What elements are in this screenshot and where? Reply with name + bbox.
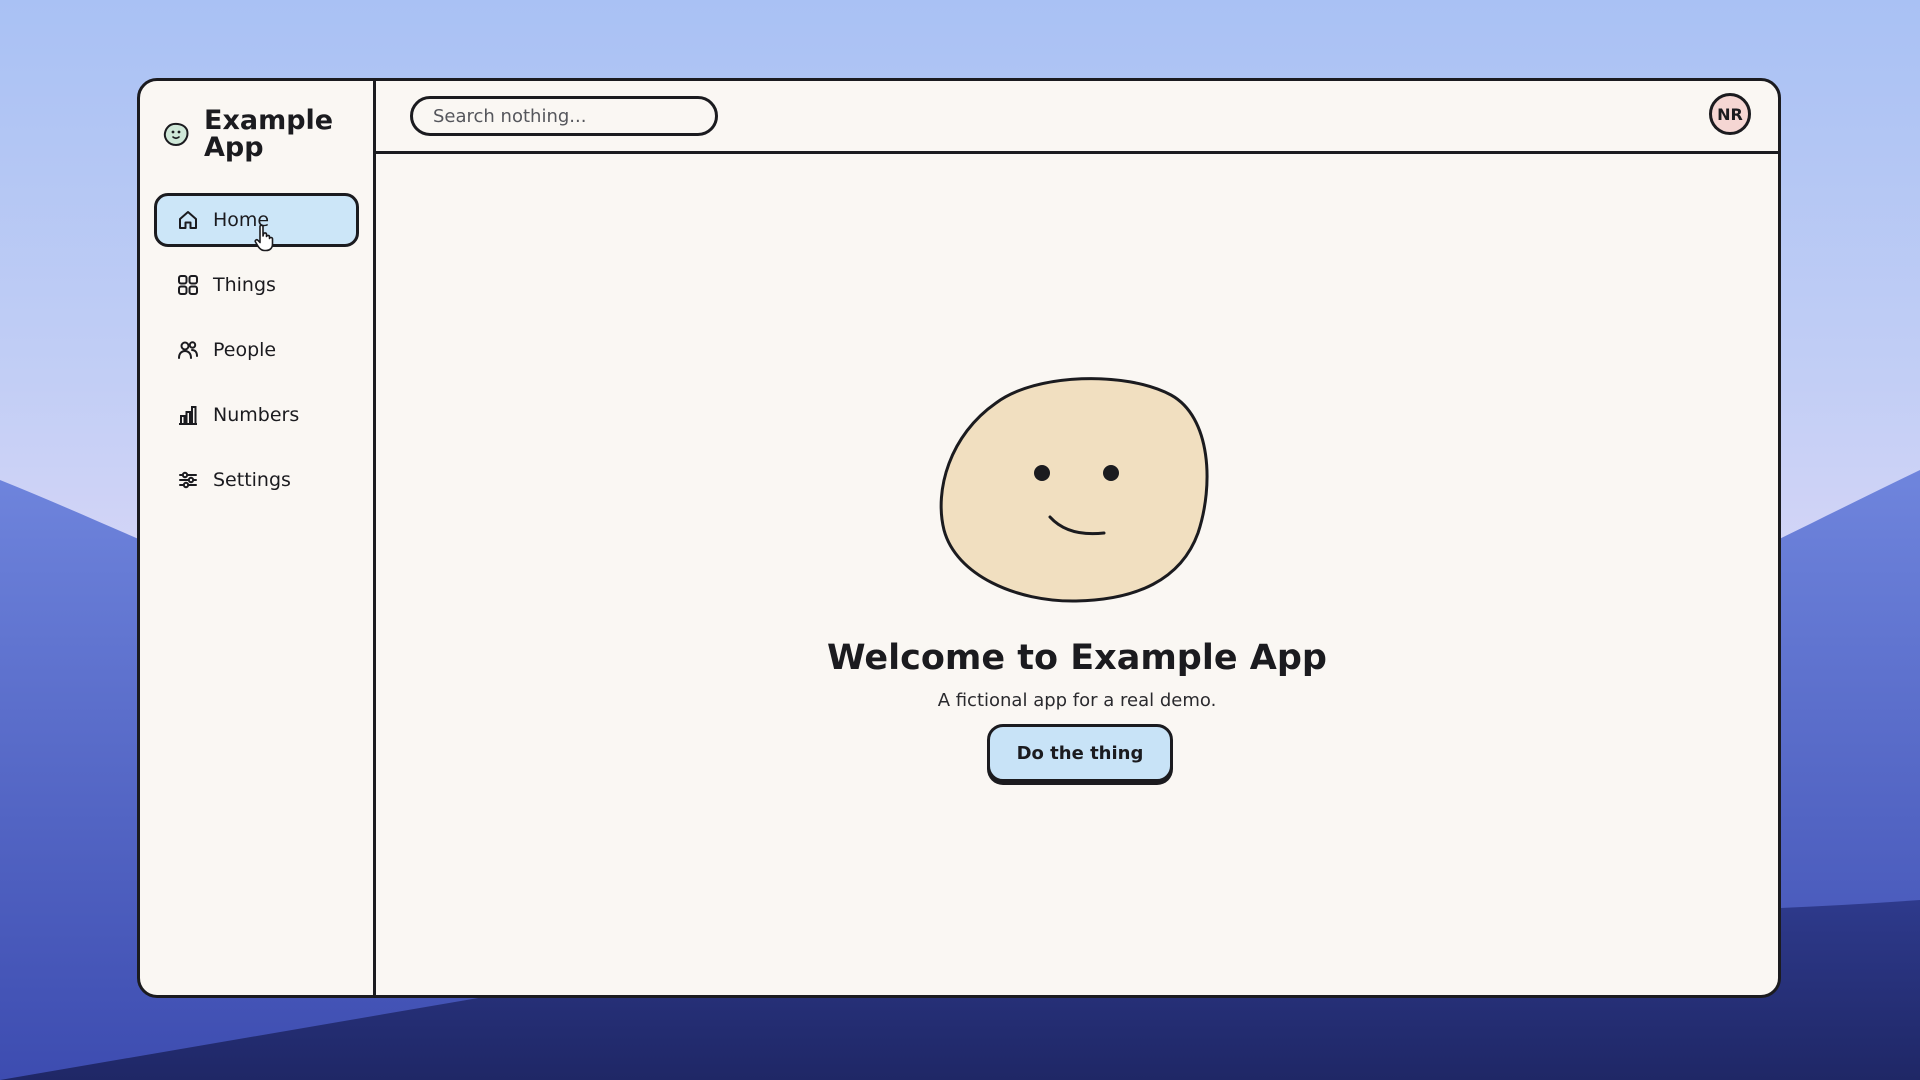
home-content: Welcome to Example App A fictional app f… (376, 154, 1778, 995)
home-icon (177, 209, 199, 231)
sidebar-item-label: Things (213, 274, 276, 296)
top-bar: NR (376, 81, 1778, 154)
sliders-icon (177, 469, 199, 491)
sidebar-item-things[interactable]: Things (154, 258, 359, 312)
brand: Example App (154, 103, 359, 165)
people-icon (177, 339, 199, 361)
main-area: NR Welcome to Example App A fictional ap… (376, 81, 1778, 995)
bar-chart-icon (177, 404, 199, 426)
pointer-hand-cursor-icon (254, 224, 274, 252)
grid-icon (177, 274, 199, 296)
sidebar-item-label: People (213, 339, 277, 361)
avatar[interactable]: NR (1709, 93, 1751, 135)
sidebar-item-people[interactable]: People (154, 323, 359, 377)
search-input[interactable] (410, 96, 718, 136)
app-name: Example App (204, 105, 334, 163)
sidebar-item-numbers[interactable]: Numbers (154, 388, 359, 442)
sidebar-item-settings[interactable]: Settings (154, 453, 359, 507)
smiley-blob-icon (163, 122, 189, 147)
app-window: Example App Home Things People Numbers S… (137, 78, 1781, 998)
sidebar-item-label: Numbers (213, 404, 300, 426)
sidebar: Example App Home Things People Numbers S… (140, 81, 376, 995)
welcome-subtitle: A fictional app for a real demo. (937, 690, 1217, 711)
sidebar-item-label: Settings (213, 469, 291, 491)
smiling-blob-illustration (939, 377, 1209, 603)
welcome-title: Welcome to Example App (827, 638, 1327, 678)
avatar-initials: NR (1717, 104, 1743, 124)
do-the-thing-button[interactable]: Do the thing (987, 724, 1173, 782)
